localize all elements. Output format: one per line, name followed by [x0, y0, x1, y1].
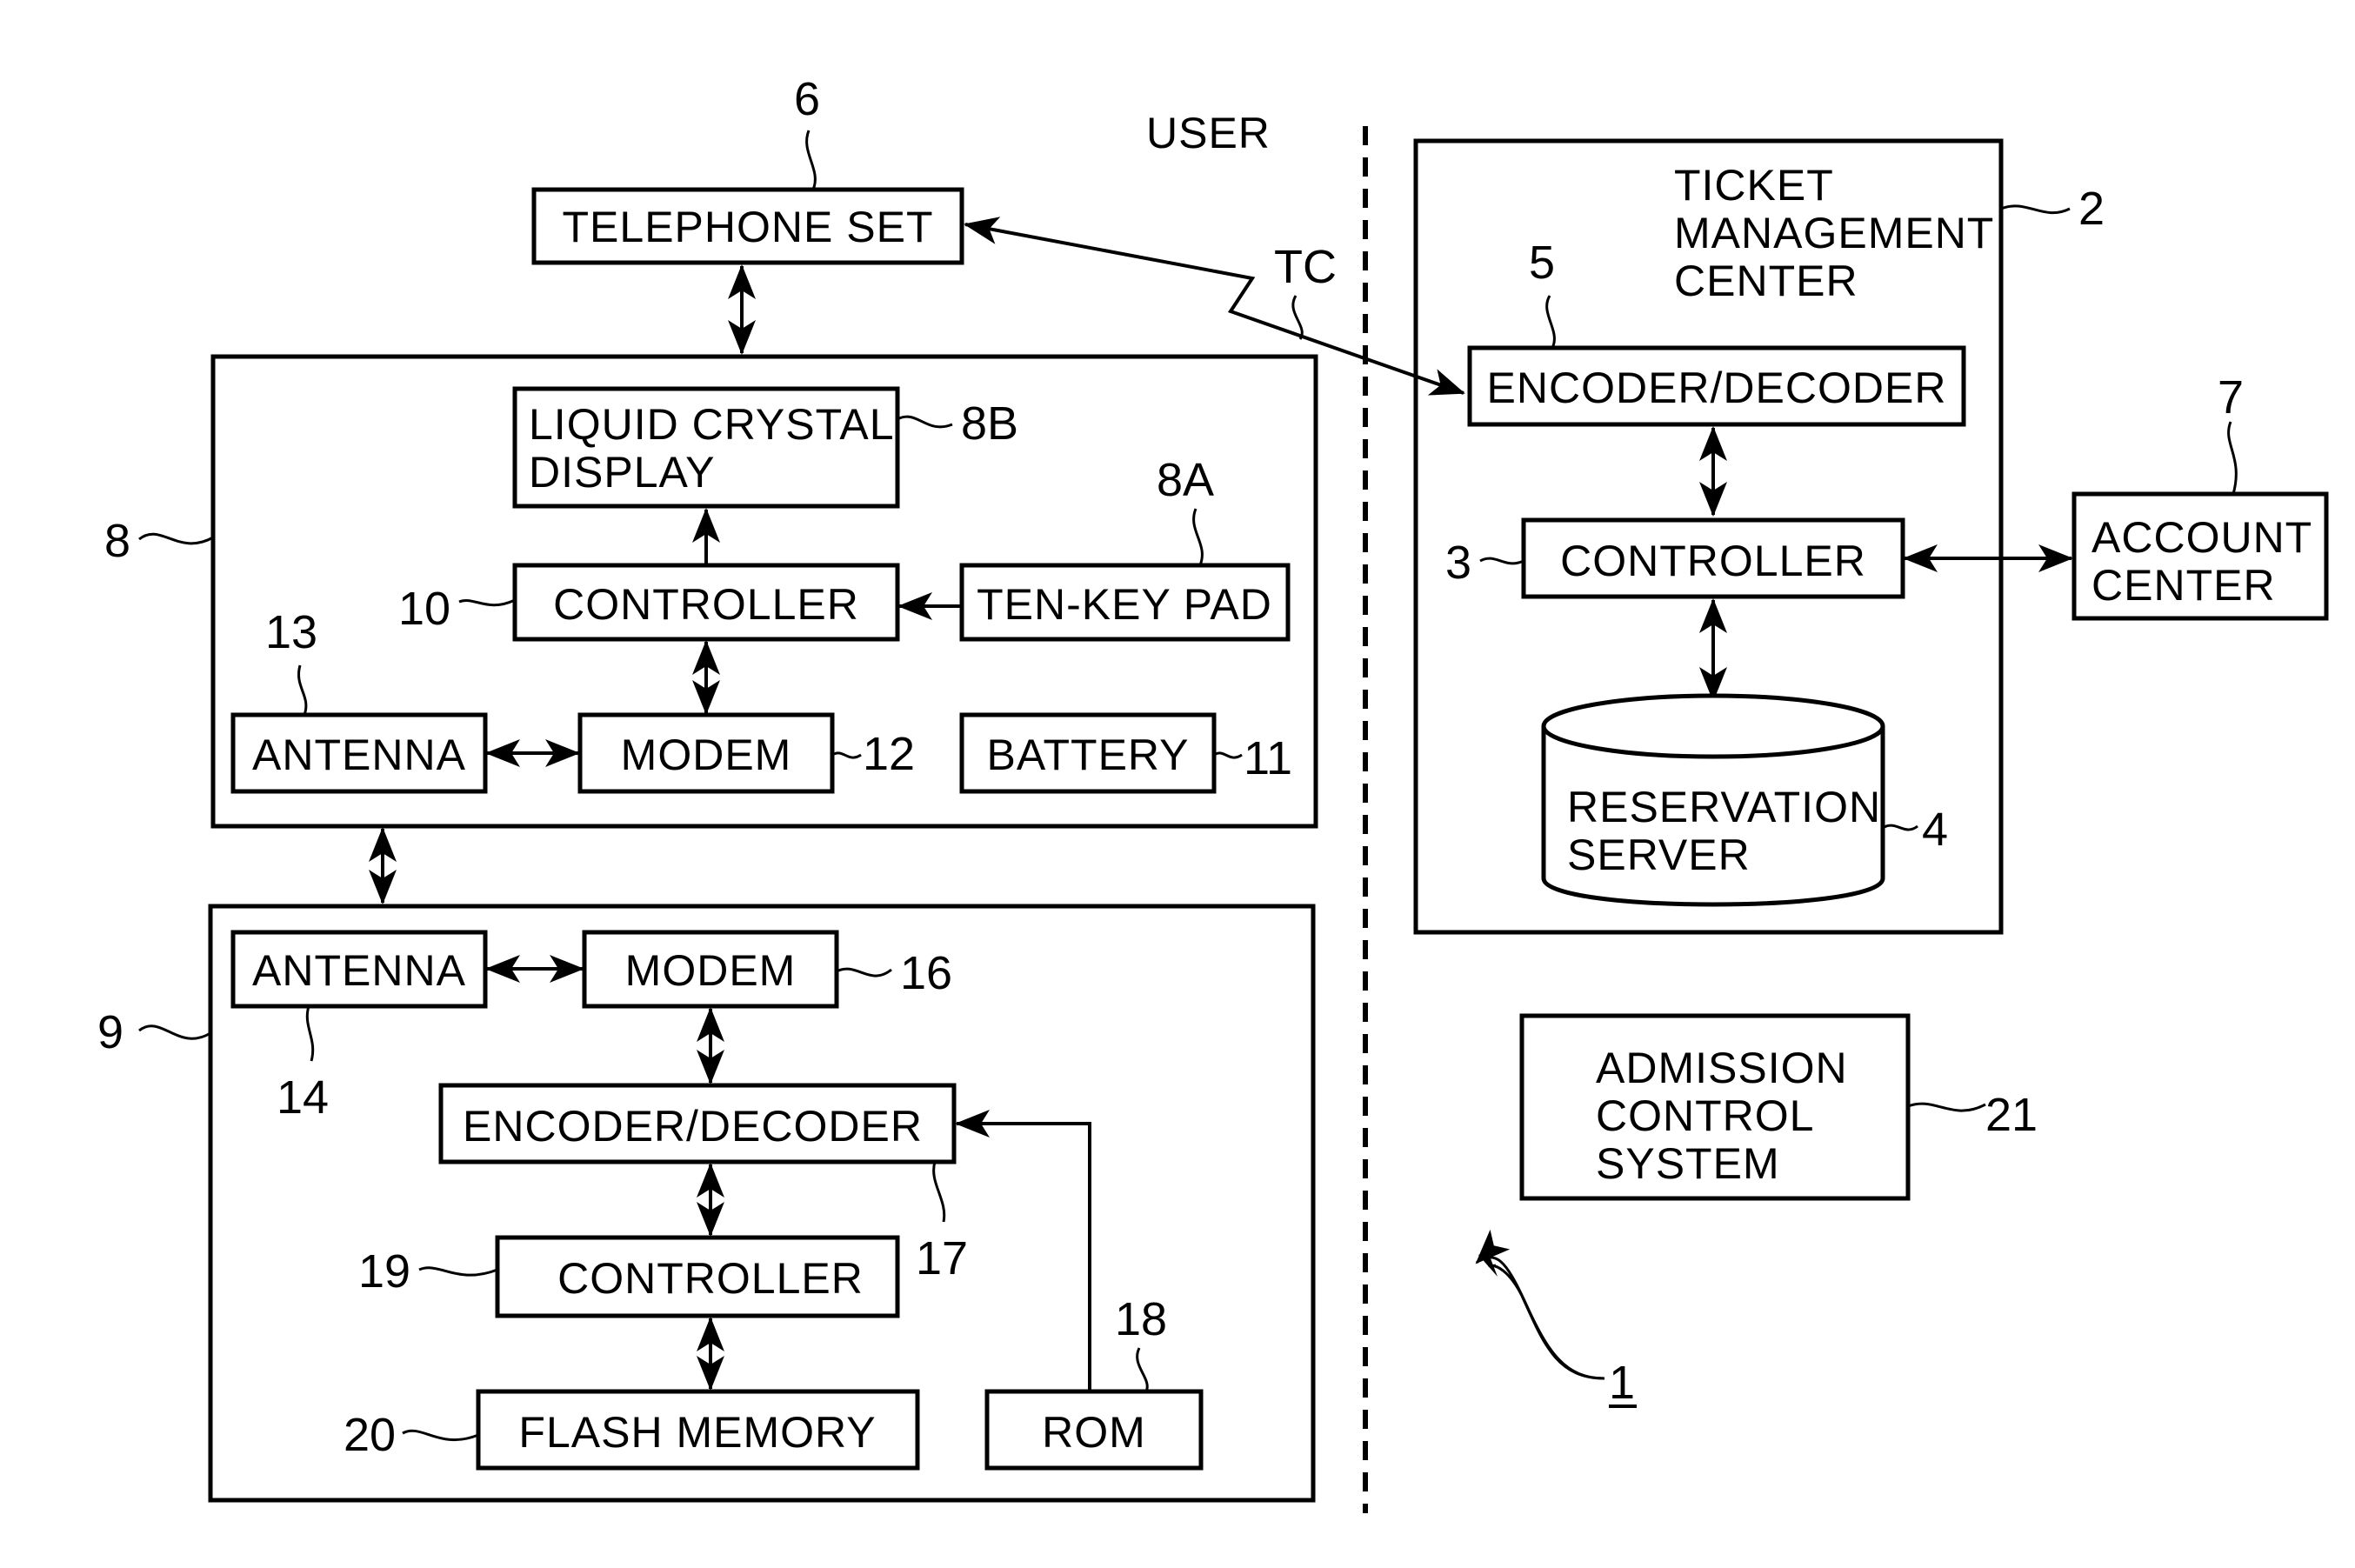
- card-modem-block[interactable]: MODEM: [582, 930, 839, 1009]
- leader-6: [805, 130, 817, 190]
- ten-key-pad-block[interactable]: TEN-KEY PAD: [959, 563, 1291, 642]
- telephone-set-block[interactable]: TELEPHONE SET: [531, 187, 964, 265]
- card-encoder-block[interactable]: ENCODER/DECODER: [438, 1083, 957, 1164]
- center-controller-label: CONTROLLER: [1560, 537, 1866, 585]
- terminal-controller-block[interactable]: CONTROLLER: [512, 563, 900, 642]
- system-ref-arrowhead: [1478, 1248, 1503, 1277]
- ref-19: 19: [358, 1245, 410, 1298]
- leader-10: [458, 598, 516, 607]
- account-center-label-line1: ACCOUNT: [2091, 513, 2312, 562]
- terminal-antenna-block[interactable]: ANTENNA: [230, 712, 488, 794]
- card-controller-block[interactable]: CONTROLLER: [495, 1235, 900, 1318]
- tc-line: [964, 217, 1465, 396]
- center-controller-block[interactable]: CONTROLLER: [1521, 517, 1905, 599]
- leader-3: [1479, 557, 1524, 565]
- terminal-modem-label: MODEM: [621, 731, 792, 779]
- ref-16: 16: [900, 947, 952, 999]
- leader-8a: [1192, 508, 1204, 566]
- lcd-block[interactable]: LIQUID CRYSTAL DISPLAY: [512, 386, 900, 509]
- center-encoder-label: ENCODER/DECODER: [1487, 364, 1947, 412]
- terminal-antenna-label: ANTENNA: [252, 731, 466, 779]
- ref-8b: 8B: [961, 397, 1018, 450]
- terminal-modem-block[interactable]: MODEM: [577, 712, 835, 794]
- terminal-controller-label: CONTROLLER: [553, 580, 859, 629]
- account-center-block[interactable]: ACCOUNT CENTER: [2071, 491, 2329, 621]
- ref-8: 8: [104, 515, 130, 567]
- leader-18: [1136, 1347, 1149, 1392]
- admission-label-line3: SYSTEM: [1596, 1139, 1780, 1188]
- leader-17: [932, 1161, 946, 1223]
- battery-label: BATTERY: [987, 731, 1190, 779]
- ticket-center-title-line1: TICKET: [1674, 161, 1834, 210]
- ref-18: 18: [1115, 1293, 1167, 1345]
- admission-control-block[interactable]: ADMISSION CONTROL SYSTEM: [1519, 1013, 1911, 1201]
- admission-label-line1: ADMISSION: [1596, 1044, 1848, 1092]
- tc-label: TC: [1274, 241, 1337, 293]
- system-ref-arrow: [1475, 1229, 1605, 1380]
- ref-7: 7: [2218, 371, 2244, 424]
- rom-block[interactable]: ROM: [984, 1389, 1204, 1471]
- account-center-label-line2: CENTER: [2091, 561, 2276, 610]
- admission-label-line2: CONTROL: [1596, 1091, 1814, 1140]
- leader-4: [1882, 824, 1918, 831]
- ref-13: 13: [265, 606, 317, 658]
- ref-5: 5: [1529, 237, 1555, 289]
- reservation-server-cylinder[interactable]: RESERVATION SERVER: [1541, 693, 1885, 907]
- lcd-label-line1: LIQUID CRYSTAL: [529, 400, 895, 449]
- ref-17: 17: [916, 1232, 968, 1284]
- ref-8a: 8A: [1157, 454, 1214, 506]
- leader-21: [1907, 1102, 1986, 1112]
- ref-9: 9: [97, 1006, 123, 1058]
- flash-memory-block[interactable]: FLASH MEMORY: [476, 1389, 920, 1471]
- card-antenna-block[interactable]: ANTENNA: [230, 930, 488, 1009]
- ticket-center-title-line3: CENTER: [1674, 257, 1858, 305]
- lcd-label-line2: DISPLAY: [529, 448, 716, 497]
- card-modem-label: MODEM: [625, 946, 797, 995]
- ref-21: 21: [1985, 1089, 2038, 1141]
- leader-11: [1213, 751, 1243, 759]
- rom-label: ROM: [1042, 1408, 1146, 1457]
- ref-4: 4: [1922, 804, 1948, 856]
- ten-key-pad-label: TEN-KEY PAD: [977, 580, 1272, 629]
- leader-16: [836, 967, 892, 977]
- block-diagram: USER TELEPHONE SET 6 TC 8 LIQUID CRYSTAL…: [97, 73, 2329, 1513]
- leader-9: [138, 1024, 211, 1040]
- leader-19: [418, 1266, 498, 1277]
- ref-14: 14: [277, 1071, 329, 1124]
- leader-13: [297, 664, 308, 716]
- reservation-server-label-line2: SERVER: [1567, 831, 1751, 879]
- ref-2: 2: [2078, 183, 2105, 235]
- ref-20: 20: [344, 1409, 396, 1461]
- ref-11: 11: [1244, 732, 1292, 784]
- leader-7: [2227, 421, 2238, 495]
- leader-8: [138, 532, 214, 545]
- leader-20: [402, 1429, 479, 1441]
- ref-6: 6: [794, 73, 820, 125]
- arrow-rom-encoder: [955, 1110, 1091, 1391]
- ref-3: 3: [1445, 537, 1471, 589]
- ticket-center-title-line2: MANAGEMENT: [1674, 209, 1994, 257]
- ref-1: 1: [1609, 1357, 1635, 1409]
- card-controller-label: CONTROLLER: [557, 1254, 864, 1303]
- leader-8b: [897, 415, 953, 429]
- user-side-label: USER: [1146, 109, 1271, 157]
- leader-12: [831, 751, 862, 759]
- center-encoder-block[interactable]: ENCODER/DECODER: [1467, 345, 1966, 427]
- leader-14: [305, 1005, 315, 1062]
- reservation-server-label-line1: RESERVATION: [1567, 783, 1881, 831]
- system-ref-arrow-path: [1488, 1264, 1605, 1380]
- ref-10: 10: [398, 583, 450, 635]
- battery-block[interactable]: BATTERY: [959, 712, 1217, 794]
- ref-12: 12: [863, 728, 915, 780]
- leader-5: [1545, 295, 1556, 349]
- leader-2: [2000, 204, 2071, 215]
- card-encoder-label: ENCODER/DECODER: [463, 1102, 923, 1151]
- telephone-set-label: TELEPHONE SET: [563, 203, 934, 251]
- card-antenna-label: ANTENNA: [252, 946, 466, 995]
- flash-memory-label: FLASH MEMORY: [518, 1408, 876, 1457]
